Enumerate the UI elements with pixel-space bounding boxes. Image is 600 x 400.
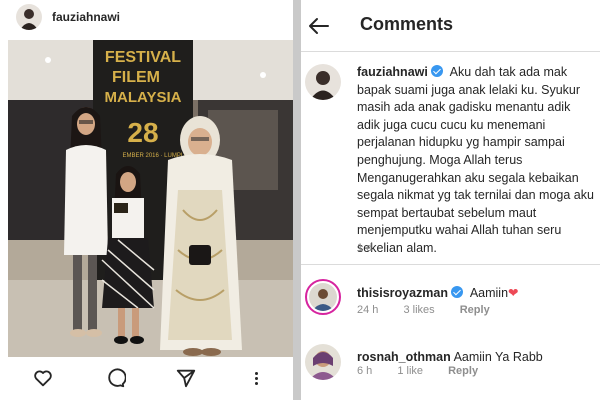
comments-title: Comments	[360, 14, 454, 34]
comment-username[interactable]: rosnah_othman	[357, 350, 451, 364]
comments-header: Comments	[301, 0, 600, 52]
comment-time: 6 h	[357, 365, 373, 377]
post-actions-bar	[0, 362, 293, 392]
caption-text-block: fauziahnawi Aku dah tak ada mak bapak su…	[357, 64, 595, 258]
caption-username[interactable]: fauziahnawi	[357, 65, 428, 79]
commenter-avatar[interactable]	[305, 279, 341, 315]
comment-body: Aamiin	[469, 286, 509, 300]
commenter-avatar[interactable]	[305, 344, 341, 380]
post-author-avatar[interactable]	[16, 4, 42, 30]
heart-emoji: ❤	[508, 286, 519, 300]
caption-meta: 1 d	[357, 242, 394, 254]
post-photo[interactable]: FESTIVAL FILEM MALAYSIA 28 EMBER 2016 · …	[8, 40, 293, 357]
poster-line3: MALAYSIA	[105, 89, 182, 106]
poster-line2: FILEM	[112, 69, 160, 86]
poster-number: 28	[127, 117, 158, 148]
comment-likes[interactable]: 3 likes	[403, 304, 434, 316]
comment-text-line: thisisroyazman Aamiin❤	[357, 285, 519, 300]
comment-text-line: rosnah_othman Aamiin Ya Rabb	[357, 350, 543, 364]
verified-badge-icon	[430, 65, 443, 77]
comment-icon[interactable]	[104, 367, 126, 389]
comment-time: 24 h	[357, 304, 379, 316]
comments-screen: Comments fauziahnawi Aku dah tak ada mak…	[301, 0, 600, 400]
caption-time: 1 d	[357, 242, 373, 254]
comment-meta: 24 h 3 likes Reply	[357, 304, 512, 316]
post-author-username[interactable]: fauziahnawi	[52, 10, 120, 24]
more-icon[interactable]	[251, 367, 261, 389]
heart-icon[interactable]	[32, 367, 54, 389]
back-arrow-icon[interactable]	[307, 14, 331, 38]
share-icon[interactable]	[175, 367, 197, 389]
comment-likes[interactable]: 1 like	[397, 365, 423, 377]
comment-username[interactable]: thisisroyazman	[357, 286, 448, 300]
comment-meta: 6 h 1 like Reply	[357, 365, 500, 377]
verified-badge-icon	[451, 286, 464, 298]
comment-body: Aamiin Ya Rabb	[453, 350, 543, 364]
instagram-post: fauziahnawi FESTIVAL FILEM MALAYSIA 28 E…	[0, 0, 293, 400]
comment-item: thisisroyazman Aamiin❤ 24 h 3 likes Repl…	[305, 279, 597, 323]
section-divider	[301, 264, 600, 265]
poster-line1: FESTIVAL	[105, 49, 181, 66]
comment-item: rosnah_othman Aamiin Ya Rabb 6 h 1 like …	[305, 344, 597, 388]
post-header: fauziahnawi	[0, 0, 293, 34]
reply-button[interactable]: Reply	[460, 304, 490, 316]
reply-button[interactable]: Reply	[448, 365, 478, 377]
caption-author-avatar[interactable]	[305, 64, 341, 100]
caption-body: Aku dah tak ada mak bapak suami juga ana…	[357, 65, 594, 255]
